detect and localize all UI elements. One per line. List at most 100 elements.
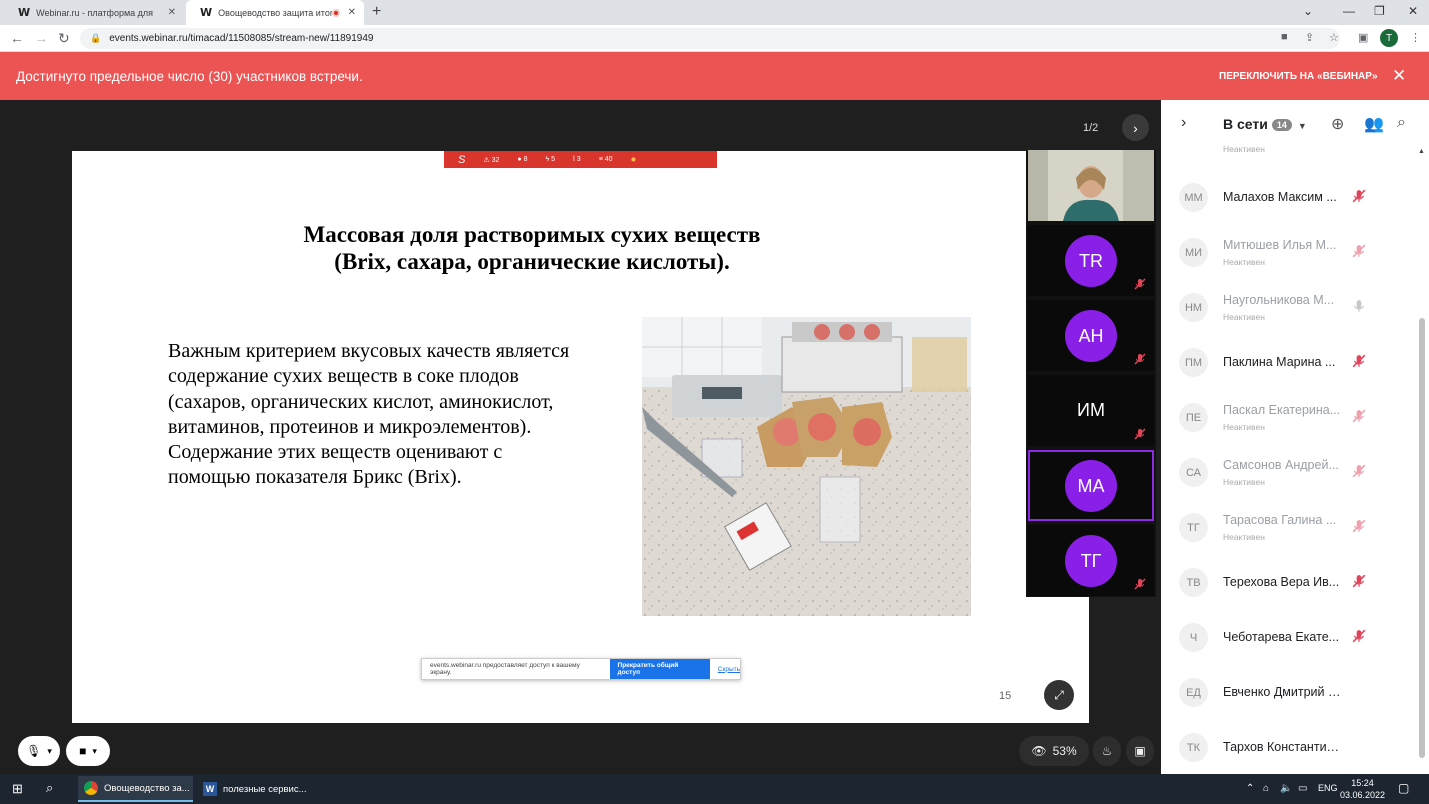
minimize-icon[interactable]: — xyxy=(1343,4,1355,18)
layout-button[interactable]: ▣ xyxy=(1126,736,1154,766)
participant-name: Паклина Марина ... xyxy=(1223,355,1336,369)
forward-icon[interactable]: → xyxy=(34,30,48,46)
close-tab-icon[interactable]: ✕ xyxy=(348,7,356,18)
slide-number: 15 xyxy=(999,690,1012,702)
address-bar: ← → ↻ 🔒 events.webinar.ru/timacad/115080… xyxy=(0,25,1429,52)
tab-search-icon[interactable]: ⌄ xyxy=(1303,4,1313,18)
close-banner-icon[interactable]: ✕ xyxy=(1392,66,1406,86)
recording-icon xyxy=(331,8,340,17)
scroll-up-icon[interactable]: ▲ xyxy=(1418,148,1425,155)
network-icon[interactable]: ⌂ xyxy=(1263,783,1269,794)
participant-row[interactable]: ЕД Евченко Дмитрий Серг... xyxy=(1161,663,1429,718)
menu-kebab-icon[interactable]: ⋮ xyxy=(1410,31,1421,44)
partial-status: Неактивен xyxy=(1223,144,1265,154)
participant-avatar: МИ xyxy=(1179,238,1208,267)
search-icon[interactable]: ⌕ xyxy=(46,780,53,796)
participant-row[interactable]: ТК Тархов Константин Вик... xyxy=(1161,718,1429,773)
microphone-icon xyxy=(1353,300,1365,312)
slide: S ⚠ 32 ● 8 ϟ 5 ǀ 3 ≡ 40 ✹ Массовая доля … xyxy=(72,151,1089,723)
participant-status: Неактивен xyxy=(1223,312,1265,322)
participant-row[interactable]: НМ Наугольникова М... Неактивен xyxy=(1161,278,1429,333)
browser-tab-webinar[interactable]: W Webinar.ru - платформа для пр ✕ xyxy=(4,0,184,25)
panel-title[interactable]: В сети 14 ▼ xyxy=(1223,116,1307,132)
video-tile-camera[interactable] xyxy=(1028,150,1154,221)
panel-title-text: В сети xyxy=(1223,116,1268,132)
camera-toggle[interactable]: ■ ▾ xyxy=(66,736,110,766)
screen-share-message: events.webinar.ru предоставляет доступ к… xyxy=(430,662,580,676)
participant-row[interactable]: ТВ Терехова Вера Ив... xyxy=(1161,553,1429,608)
restore-icon[interactable]: ❐ xyxy=(1374,4,1385,18)
panel-scrollbar[interactable]: ▲ xyxy=(1417,148,1427,770)
side-panel-icon[interactable]: ▣ xyxy=(1358,31,1368,44)
participant-limit-banner: Достигнуто предельное число (30) участни… xyxy=(0,52,1429,100)
participant-name: Митюшев Илья М... xyxy=(1223,238,1337,252)
lock-icon: 🔒 xyxy=(90,33,102,43)
add-participant-icon[interactable]: ⊕ xyxy=(1331,114,1344,134)
search-icon[interactable]: ⌕ xyxy=(1397,114,1406,132)
logo-icon: S xyxy=(458,153,466,166)
camera-in-use-icon[interactable]: ■ xyxy=(1281,31,1288,43)
participant-avatar: ПЕ xyxy=(1179,403,1208,432)
close-tab-icon[interactable]: ✕ xyxy=(168,7,176,18)
participant-row[interactable]: ТГ Тарасова Галина ... Неактивен xyxy=(1161,498,1429,553)
switch-to-webinar-link[interactable]: ПЕРЕКЛЮЧИТЬ НА «ВЕБИНАР» xyxy=(1219,71,1378,82)
drop-count: ● 8 xyxy=(517,156,528,163)
participant-row[interactable]: ПМ Паклина Марина ... xyxy=(1161,333,1429,388)
tab-title: Овощеводство защита итог xyxy=(218,7,332,18)
share-icon[interactable]: ⇪ xyxy=(1305,31,1314,44)
reactions-button[interactable]: ♨ xyxy=(1093,736,1121,766)
hide-notice-link[interactable]: Скрыть xyxy=(718,666,740,673)
video-tile-tg[interactable]: ТГ xyxy=(1028,525,1154,596)
microphone-toggle[interactable]: 🎙 ▾ xyxy=(18,736,60,766)
video-tile-im[interactable]: ИМ xyxy=(1028,375,1154,446)
chevron-down-icon: ▼ xyxy=(1297,121,1307,131)
volume-icon[interactable]: 🔈 xyxy=(1280,783,1292,794)
people-icon[interactable]: 👥 xyxy=(1364,114,1384,134)
language-indicator[interactable]: ENG xyxy=(1318,783,1338,793)
participant-row[interactable]: Ч Чеботарева Екате... xyxy=(1161,608,1429,663)
bookmark-star-icon[interactable]: ☆ xyxy=(1329,31,1339,44)
reload-icon[interactable]: ↻ xyxy=(58,30,70,47)
scrollbar-thumb[interactable] xyxy=(1419,318,1425,758)
mic-muted-icon xyxy=(1352,354,1366,368)
next-page-button[interactable]: › xyxy=(1122,114,1149,141)
participant-avatar: ПМ xyxy=(1179,348,1208,377)
participant-row[interactable]: МИ Митюшев Илья М... Неактивен xyxy=(1161,223,1429,278)
browser-tab-active[interactable]: W Овощеводство защита итог ✕ xyxy=(186,0,364,25)
stop-sharing-button[interactable]: Прекратить общий доступ xyxy=(609,659,710,679)
fullscreen-button[interactable]: ⤢ xyxy=(1044,680,1074,710)
slide-body-text: Важным критерием вкусовых качеств являет… xyxy=(168,340,570,489)
participant-name: Наугольникова М... xyxy=(1223,293,1335,307)
collapse-panel-icon[interactable]: › xyxy=(1181,114,1186,132)
taskbar-item-word[interactable]: W полезные сервис... xyxy=(197,776,312,802)
video-tile-tr[interactable]: TR xyxy=(1028,225,1154,296)
list-count: ≡ 40 xyxy=(598,156,613,163)
windows-start-icon[interactable]: ⊞ xyxy=(12,781,23,797)
participant-status: Неактивен xyxy=(1223,532,1265,542)
taskbar-item-chrome[interactable]: Овощеводство за... xyxy=(78,776,193,802)
notifications-icon[interactable]: ▢ xyxy=(1398,781,1409,795)
video-tile-ma[interactable]: МА xyxy=(1028,450,1154,521)
back-icon[interactable]: ← xyxy=(10,30,24,46)
participant-row[interactable]: ПЕ Паскал Екатерина... Неактивен xyxy=(1161,388,1429,443)
close-window-icon[interactable]: ✕ xyxy=(1408,4,1418,18)
participant-avatar: ТК xyxy=(1179,733,1208,762)
display-icon[interactable]: ▭ xyxy=(1298,783,1307,794)
mic-muted-icon xyxy=(1352,574,1366,588)
video-tile-ah[interactable]: АН xyxy=(1028,300,1154,371)
slide-title-line2: (Brix, сахара, органические кислоты). xyxy=(334,249,730,274)
word-icon: W xyxy=(203,782,217,796)
eye-icon: 👁 xyxy=(1031,744,1047,758)
layout-icon: ▣ xyxy=(1134,744,1146,758)
clock[interactable]: 15:24 03.06.2022 xyxy=(1340,777,1385,801)
participant-row[interactable]: СА Самсонов Андрей... Неактивен xyxy=(1161,443,1429,498)
new-tab-icon[interactable]: + xyxy=(372,3,381,21)
show-hidden-icons-icon[interactable]: ⌃ xyxy=(1246,783,1254,794)
shared-screen-toolbar-strip: S ⚠ 32 ● 8 ϟ 5 ǀ 3 ≡ 40 ✹ xyxy=(444,151,717,168)
chevron-down-icon: ▾ xyxy=(47,745,52,756)
profile-avatar[interactable]: T xyxy=(1380,29,1398,47)
url-field[interactable]: 🔒 events.webinar.ru/timacad/11508085/str… xyxy=(80,28,1340,49)
quality-indicator[interactable]: 👁 53% xyxy=(1019,736,1089,766)
mic-muted-icon xyxy=(1134,428,1146,440)
participant-row[interactable]: ММ Малахов Максим ... xyxy=(1161,168,1429,223)
